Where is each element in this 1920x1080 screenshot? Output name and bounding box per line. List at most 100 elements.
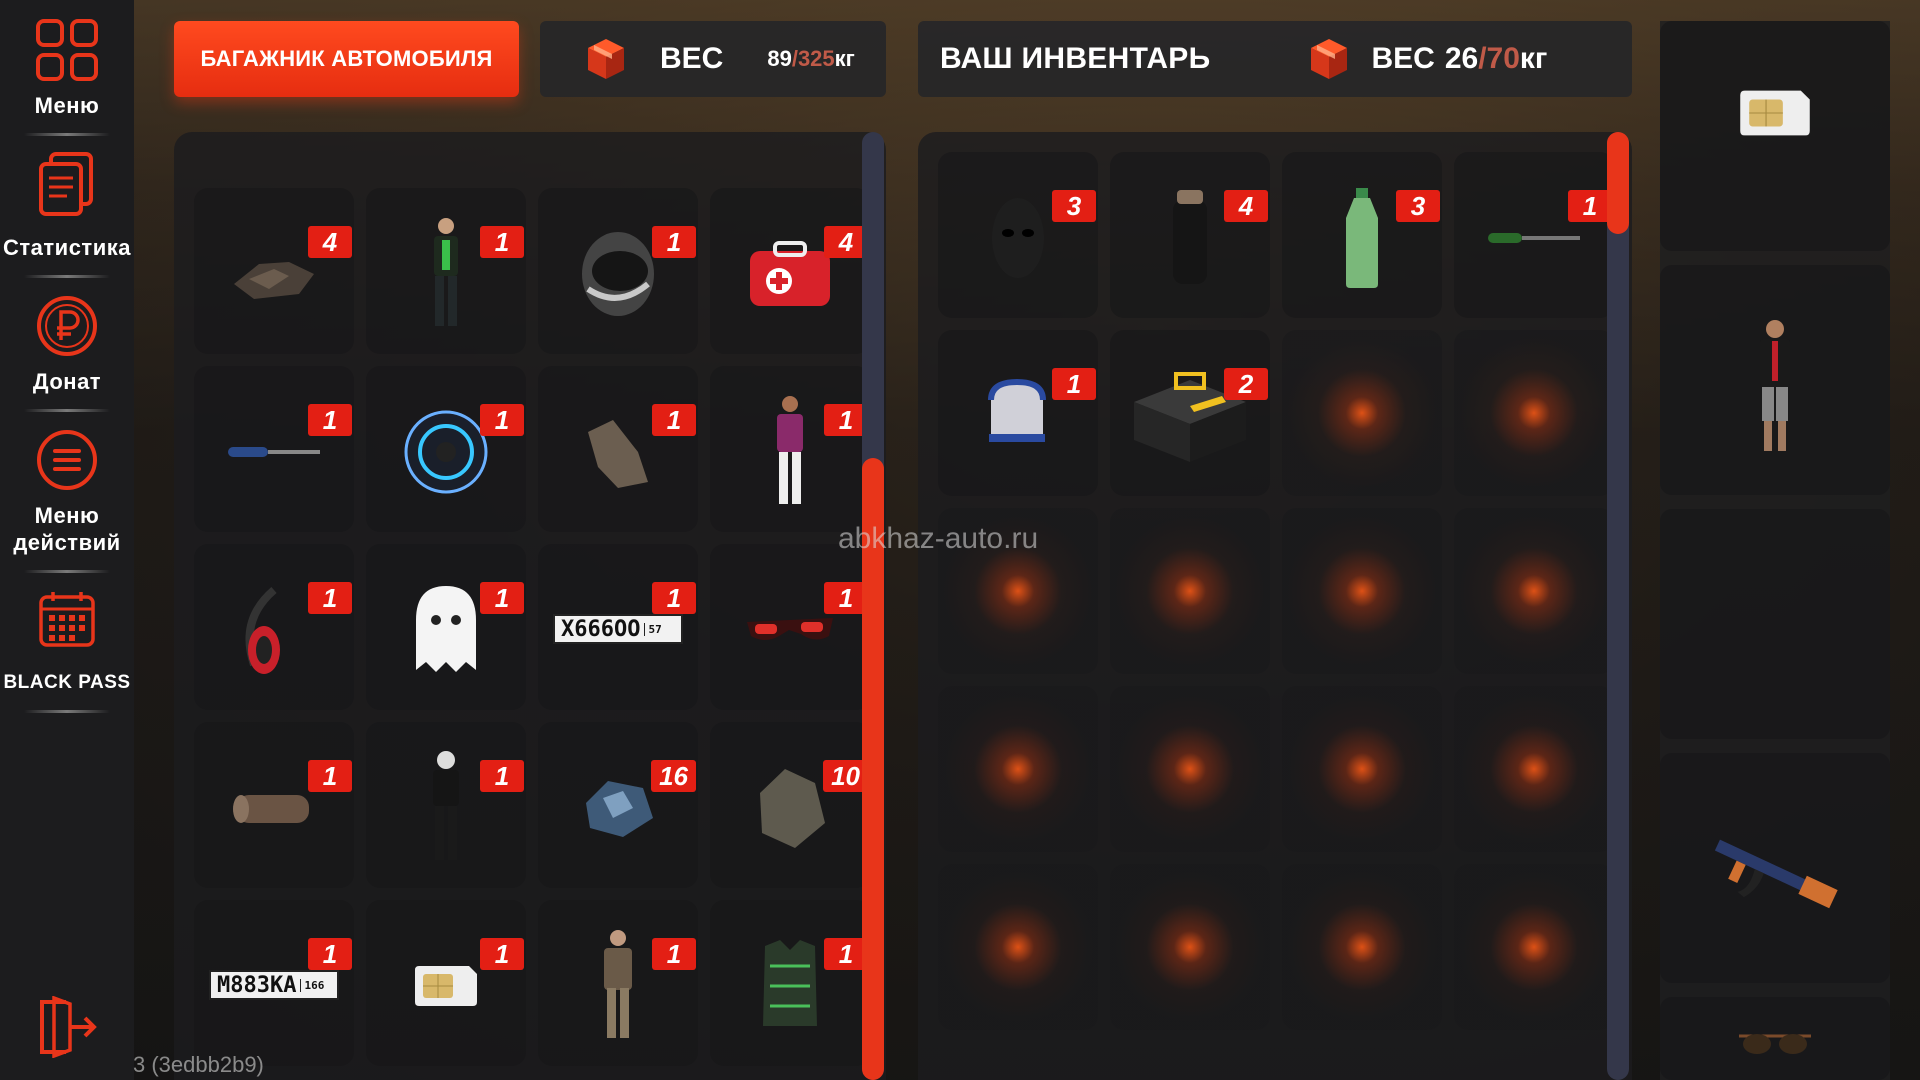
trunk-scrollbar[interactable] (862, 132, 884, 1080)
inventory-slot[interactable]: 3 (938, 152, 1098, 318)
sidebar-item-statistics[interactable]: Статистика (0, 152, 134, 261)
trunk-slot[interactable]: 1 (366, 544, 526, 710)
inventory-slot-empty[interactable] (1282, 864, 1442, 1030)
player-skin-icon (1760, 319, 1790, 451)
inventory-slot-empty[interactable] (1110, 686, 1270, 852)
trunk-slot[interactable]: 1 (538, 366, 698, 532)
item-count-badge: 1 (1052, 368, 1096, 400)
inventory-slot[interactable]: 1 (1454, 152, 1614, 318)
trunk-slot[interactable]: 1 (538, 900, 698, 1066)
trunk-slot[interactable]: 10 (710, 722, 870, 888)
action-list-icon (37, 430, 97, 490)
headphones-icon (245, 587, 280, 675)
document-icon (39, 152, 93, 216)
inventory-grid: 3 4 3 1 1 2 (938, 152, 1614, 1030)
trunk-slot[interactable]: 4 (194, 188, 354, 354)
inventory-slot[interactable]: 4 (1110, 152, 1270, 318)
inventory-slot-empty[interactable] (1110, 508, 1270, 674)
trunk-slot[interactable]: 1 (710, 544, 870, 710)
sidebar-item-donate[interactable]: Донат (0, 294, 134, 395)
sidebar-divider (24, 133, 110, 136)
item-count-badge: 1 (308, 582, 352, 614)
license-plate: М883КА 166 (209, 970, 339, 1000)
trunk-slot[interactable]: 1 (194, 722, 354, 888)
item-count-badge: 1 (652, 582, 696, 614)
trunk-slot[interactable]: 1 (194, 544, 354, 710)
inventory-slot-empty[interactable] (1454, 330, 1614, 496)
inventory-weight-current: 26 (1444, 42, 1479, 75)
equipment-slot-glasses[interactable] (1660, 997, 1890, 1080)
ruble-icon (37, 296, 97, 356)
inventory-weight-label: ВЕС (1371, 42, 1435, 75)
trunk-weight-unit: кг (834, 46, 855, 71)
skin-icon (604, 930, 632, 1039)
calendar-icon (39, 592, 95, 647)
item-count-badge: 1 (480, 760, 524, 792)
trunk-slot[interactable]: 16 (538, 722, 698, 888)
inventory-slot-empty[interactable] (1454, 508, 1614, 674)
rock-icon (760, 769, 825, 849)
item-count-badge: 3 (1052, 190, 1096, 222)
trunk-slot[interactable]: 1 (366, 366, 526, 532)
glasses-icon (747, 618, 833, 641)
sidebar-item-label: Статистика (3, 235, 131, 260)
equipment-slot-sim[interactable] (1660, 21, 1890, 251)
trunk-slot[interactable]: 1 (710, 900, 870, 1066)
item-count-badge: 1 (652, 938, 696, 970)
trunk-slot[interactable]: 1 (710, 366, 870, 532)
inventory-slot-empty[interactable] (1282, 508, 1442, 674)
inventory-slot-empty[interactable] (1282, 686, 1442, 852)
sidebar-item-label: Донат (32, 369, 102, 394)
inventory-slot-empty[interactable] (1454, 864, 1614, 1030)
trunk-slot[interactable]: 1 (366, 722, 526, 888)
trunk-slot[interactable]: 1 (194, 366, 354, 532)
exit-icon[interactable] (36, 996, 98, 1058)
water-bottle-icon (1346, 188, 1378, 289)
equipment-slot-weapon[interactable] (1660, 753, 1890, 983)
item-count-badge: 4 (1224, 190, 1268, 222)
ore-icon (586, 781, 653, 838)
inventory-scrollbar[interactable] (1607, 132, 1629, 1080)
inventory-slot[interactable]: 3 (1282, 152, 1442, 318)
inventory-title: ВАШ ИНВЕНТАРЬ (940, 42, 1211, 75)
sidebar-item-black-pass[interactable]: BLACK PASS (0, 589, 134, 696)
sidebar-item-actions-menu[interactable]: Меню действий (0, 428, 134, 556)
trunk-slot[interactable]: 1 (366, 900, 526, 1066)
item-count-badge: 1 (308, 404, 352, 436)
item-count-badge: 1 (480, 404, 524, 436)
equipment-slot-empty[interactable] (1660, 509, 1890, 739)
trunk-tab[interactable]: БАГАЖНИК АВТОМОБИЛЯ (174, 21, 519, 97)
equipment-slot-skin[interactable] (1660, 265, 1890, 495)
license-plate-number: М883КА (217, 972, 297, 998)
inventory-slot-empty[interactable] (938, 864, 1098, 1030)
inventory-scroll-thumb[interactable] (1607, 132, 1629, 234)
item-count-badge: 1 (308, 938, 352, 970)
inventory-slot-empty[interactable] (1282, 330, 1442, 496)
watermark: abkhaz-auto.ru (838, 522, 1039, 555)
trunk-slot[interactable]: 1 (538, 188, 698, 354)
inventory-slot-empty[interactable] (938, 686, 1098, 852)
item-count-badge: 4 (308, 226, 352, 258)
trunk-weight-box: ВЕС 89/325 кг (540, 21, 886, 97)
item-count-badge: 1 (480, 582, 524, 614)
inventory-slot[interactable]: 1 (938, 330, 1098, 496)
trunk-weight-current: 89 (767, 46, 792, 71)
item-count-badge: 1 (1568, 190, 1612, 222)
trunk-weight-label: ВЕС (660, 42, 724, 75)
inventory-slot-empty[interactable] (1454, 686, 1614, 852)
license-plate-number: Х666ОО (561, 616, 641, 642)
trunk-slot[interactable]: 1 (366, 188, 526, 354)
armor-vest-icon (763, 940, 817, 1027)
sidebar-item-menu[interactable]: Меню (0, 18, 134, 119)
inventory-weight-unit: кг (1519, 42, 1548, 75)
trunk-slot[interactable]: 4 (710, 188, 870, 354)
inventory-slot-empty[interactable] (1110, 864, 1270, 1030)
skin-icon (777, 396, 803, 505)
trunk-slot[interactable]: М883КА 166 1 (194, 900, 354, 1066)
balaclava-icon (992, 198, 1044, 279)
item-count-badge: 1 (308, 760, 352, 792)
item-count-badge: 1 (652, 226, 696, 258)
equipment-column (1660, 21, 1890, 1080)
trunk-slot[interactable]: Х666ОО 57 1 (538, 544, 698, 710)
inventory-slot[interactable]: 2 (1110, 330, 1270, 496)
